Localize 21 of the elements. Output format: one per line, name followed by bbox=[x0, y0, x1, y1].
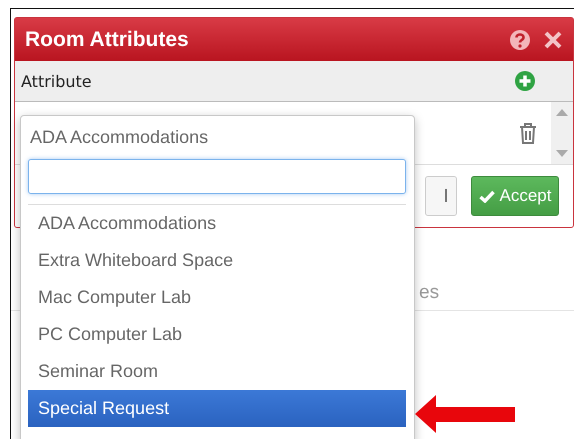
column-header: Attribute bbox=[21, 72, 93, 90]
dropdown-option[interactable]: Extra Whiteboard Space bbox=[28, 242, 406, 279]
trash-icon[interactable] bbox=[519, 122, 537, 144]
accept-button[interactable]: Accept bbox=[471, 176, 559, 216]
cancel-button[interactable]: l bbox=[425, 176, 457, 216]
scroll-up-icon[interactable] bbox=[556, 108, 568, 116]
dropdown-option[interactable]: Mac Computer Lab bbox=[28, 279, 406, 316]
dropdown-option[interactable]: ADA Accommodations bbox=[28, 205, 406, 242]
dropdown-option[interactable]: Seminar Room bbox=[28, 353, 406, 390]
dialog-title: Room Attributes bbox=[25, 28, 190, 52]
scroll-down-icon[interactable] bbox=[556, 150, 568, 158]
search-field[interactable] bbox=[28, 159, 406, 194]
add-icon[interactable] bbox=[515, 71, 535, 91]
check-icon bbox=[478, 190, 494, 202]
selected-value[interactable]: ADA Accommodations bbox=[28, 116, 406, 159]
dropdown-option[interactable]: PC Computer Lab bbox=[28, 316, 406, 353]
close-icon[interactable] bbox=[543, 30, 563, 50]
tab-label: es bbox=[419, 282, 440, 304]
scrollbar[interactable] bbox=[551, 102, 573, 164]
help-icon[interactable] bbox=[509, 28, 531, 50]
dropdown-option[interactable]: Special Request bbox=[28, 390, 406, 427]
